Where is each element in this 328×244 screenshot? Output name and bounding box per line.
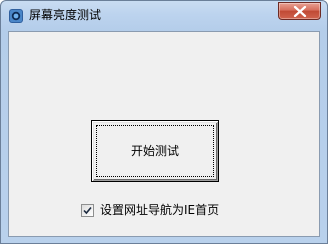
set-homepage-option[interactable]: 设置网址导航为IE首页: [81, 202, 219, 218]
close-button[interactable]: [278, 2, 321, 20]
title-bar[interactable]: 屏幕亮度测试: [1, 1, 327, 31]
app-icon: [8, 8, 24, 24]
set-homepage-checkbox-label[interactable]: 设置网址导航为IE首页: [100, 202, 219, 218]
start-test-button[interactable]: 开始测试: [91, 120, 219, 182]
app-window: 屏幕亮度测试 开始测试 设置网址导航为IE首页: [0, 0, 328, 244]
client-area: 开始测试 设置网址导航为IE首页: [8, 31, 320, 237]
set-homepage-checkbox[interactable]: [81, 203, 94, 217]
close-icon: [293, 6, 307, 17]
start-test-button-label: 开始测试: [130, 144, 179, 158]
checkmark-icon: [83, 206, 92, 214]
window-title: 屏幕亮度测试: [29, 8, 102, 22]
